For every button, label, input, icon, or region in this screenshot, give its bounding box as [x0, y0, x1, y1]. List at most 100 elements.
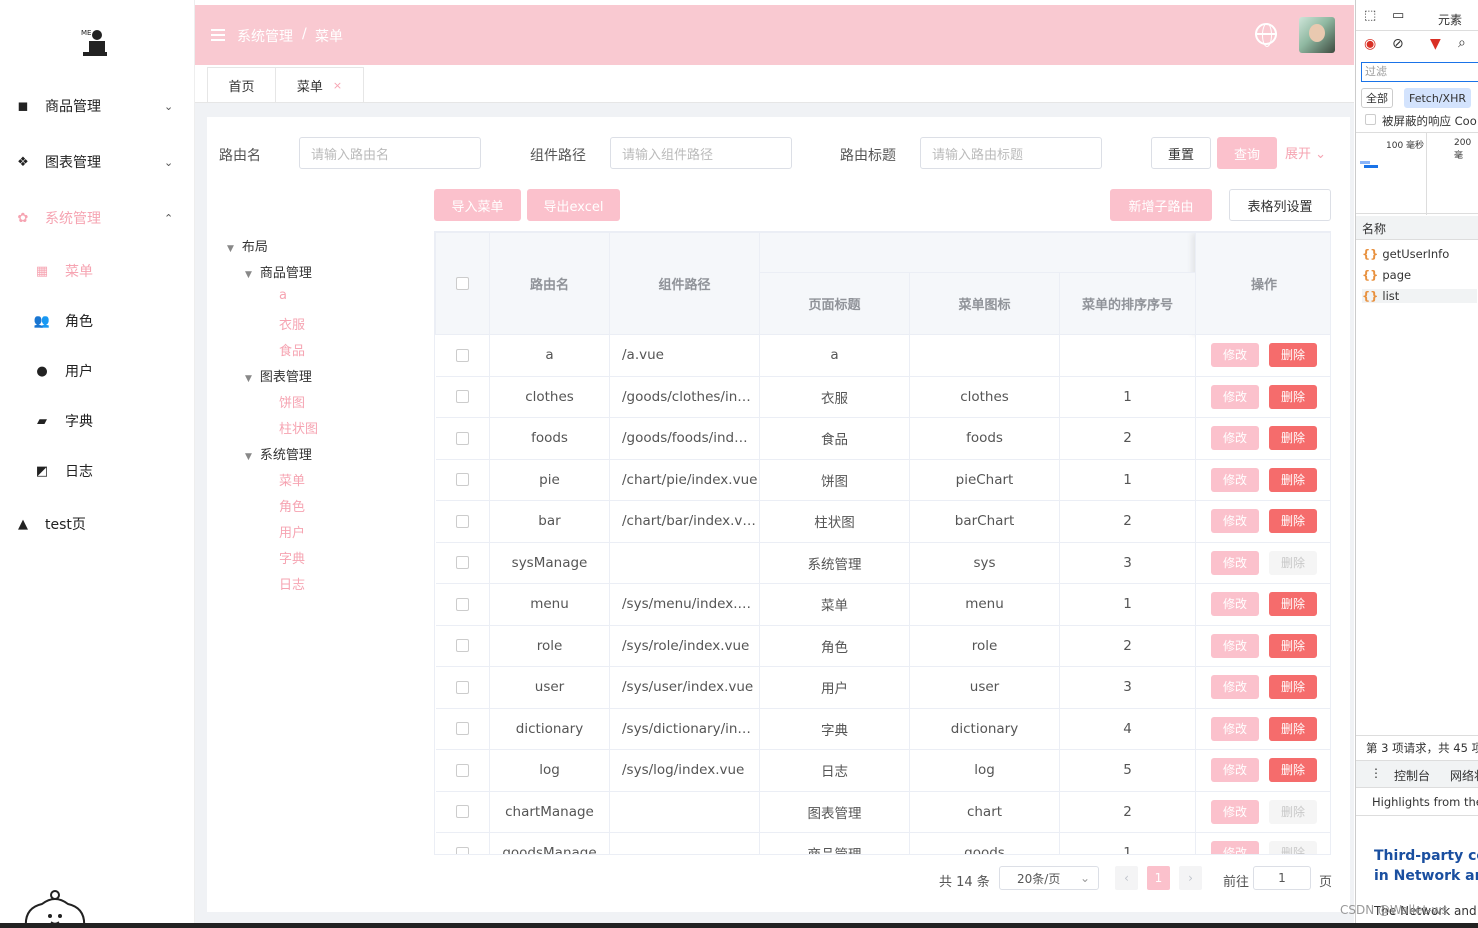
sidebar-item-dictionary[interactable]: ▰ 字典	[0, 401, 195, 441]
edit-button[interactable]: 修改	[1211, 675, 1260, 700]
record-icon[interactable]: ◉	[1364, 36, 1376, 52]
request-item[interactable]: {} page	[1362, 268, 1411, 282]
request-item[interactable]: {} list	[1362, 289, 1477, 303]
tab-home[interactable]: 首页	[207, 67, 276, 103]
row-checkbox[interactable]	[455, 514, 469, 528]
filter-icon[interactable]: ▼	[1430, 36, 1441, 52]
delete-button[interactable]: 删除	[1269, 758, 1318, 783]
inspect-icon[interactable]: ⬚	[1364, 8, 1376, 23]
blocked-checkbox[interactable]	[1365, 114, 1376, 125]
edit-button[interactable]: 修改	[1211, 758, 1260, 783]
row-checkbox[interactable]	[455, 680, 469, 694]
delete-button[interactable]: 删除	[1269, 675, 1318, 700]
tree-leaf[interactable]: 日志	[279, 574, 305, 593]
tree-leaf[interactable]: a	[279, 288, 287, 303]
breadcrumb-system[interactable]: 系统管理	[237, 26, 293, 46]
add-child-route-button[interactable]: 新增子路由	[1110, 189, 1212, 221]
row-checkbox[interactable]	[455, 722, 469, 736]
elements-tab[interactable]: 元素	[1438, 11, 1478, 28]
tree-leaf[interactable]: 饼图	[279, 392, 305, 411]
sidebar-item-log[interactable]: ◩ 日志	[0, 451, 195, 491]
kebab-menu-icon[interactable]: ⋮	[1370, 766, 1378, 780]
row-checkbox[interactable]	[455, 431, 469, 445]
sidebar-item-menu[interactable]: ▦ 菜单	[0, 251, 195, 291]
edit-button[interactable]: 修改	[1211, 426, 1260, 451]
avatar[interactable]	[1299, 17, 1335, 53]
delete-button[interactable]: 删除	[1269, 343, 1318, 368]
sidebar-item-user[interactable]: ● 用户	[0, 351, 195, 391]
prev-page-button[interactable]: ‹	[1115, 866, 1138, 890]
export-excel-button[interactable]: 导出excel	[527, 189, 620, 221]
edit-button[interactable]: 修改	[1211, 550, 1260, 575]
delete-button[interactable]: 删除	[1269, 592, 1318, 617]
query-button[interactable]: 查询	[1217, 137, 1277, 169]
sidebar-item-role[interactable]: 👥 角色	[0, 301, 195, 341]
edit-button[interactable]: 修改	[1211, 799, 1260, 824]
console-tab[interactable]: 控制台	[1394, 767, 1434, 784]
tree-node-charts[interactable]: ▼ 图表管理	[245, 366, 312, 385]
row-checkbox[interactable]	[455, 763, 469, 777]
component-path-input[interactable]: 请输入组件路径	[610, 137, 792, 169]
edit-button[interactable]: 修改	[1211, 592, 1260, 617]
tree-leaf[interactable]: 菜单	[279, 470, 305, 489]
tree-leaf[interactable]: 柱状图	[279, 418, 318, 437]
delete-button[interactable]: 删除	[1269, 384, 1318, 409]
reset-button[interactable]: 重置	[1151, 137, 1211, 169]
tree-leaf[interactable]: 角色	[279, 496, 305, 515]
third-party-heading[interactable]: Third-party co	[1374, 848, 1478, 864]
edit-button[interactable]: 修改	[1211, 467, 1260, 492]
expand-toggle[interactable]: 展开 ⌄	[1285, 143, 1326, 162]
edit-button[interactable]: 修改	[1211, 633, 1260, 658]
delete-button[interactable]: 删除	[1269, 633, 1318, 658]
select-all-checkbox[interactable]	[456, 277, 469, 290]
delete-button[interactable]: 删除	[1269, 467, 1318, 492]
filter-chip-all[interactable]: 全部	[1361, 88, 1393, 108]
delete-button[interactable]: 删除	[1269, 426, 1318, 451]
tree-leaf[interactable]: 字典	[279, 548, 305, 567]
request-item[interactable]: {} getUserInfo	[1362, 247, 1449, 261]
tree-leaf[interactable]: 食品	[279, 340, 305, 359]
tree-node-root[interactable]: ▼ 布局	[227, 236, 268, 255]
tree-leaf[interactable]: 用户	[279, 522, 305, 541]
page-size-select[interactable]: 20条/页 ⌄	[999, 866, 1099, 890]
tree-leaf[interactable]: 衣服	[279, 314, 305, 333]
row-checkbox[interactable]	[455, 805, 469, 819]
row-checkbox[interactable]	[455, 846, 469, 854]
network-tab[interactable]: 网络状	[1450, 767, 1478, 784]
delete-button[interactable]: 删除	[1269, 716, 1318, 741]
search-icon[interactable]: ⌕	[1458, 35, 1466, 51]
row-checkbox[interactable]	[455, 639, 469, 653]
row-checkbox[interactable]	[455, 390, 469, 404]
device-icon[interactable]: ▭	[1392, 8, 1404, 23]
next-page-button[interactable]: ›	[1179, 866, 1202, 890]
row-checkbox[interactable]	[455, 348, 469, 362]
edit-button[interactable]: 修改	[1211, 384, 1260, 409]
tab-menu[interactable]: 菜单 ×	[275, 67, 364, 103]
sidebar-item-system[interactable]: ✿ 系统管理 ⌃	[0, 198, 195, 238]
route-title-input[interactable]: 请输入路由标题	[920, 137, 1102, 169]
clear-icon[interactable]: ⊘	[1392, 36, 1404, 52]
sidebar-item-charts[interactable]: ❖ 图表管理 ⌄	[0, 142, 195, 182]
edit-button[interactable]: 修改	[1211, 343, 1260, 368]
sidebar-item-goods[interactable]: ◼ 商品管理 ⌄	[0, 86, 195, 126]
hamburger-icon[interactable]	[211, 29, 225, 41]
sidebar-item-test[interactable]: ▲ test页	[0, 504, 195, 544]
row-checkbox[interactable]	[455, 473, 469, 487]
filter-chip-fetch[interactable]: Fetch/XHR	[1404, 88, 1471, 108]
tree-node-goods[interactable]: ▼ 商品管理	[245, 262, 312, 281]
page-button-1[interactable]: 1	[1147, 866, 1170, 890]
import-menu-button[interactable]: 导入菜单	[434, 189, 521, 221]
third-party-heading-2[interactable]: in Network an	[1374, 868, 1478, 884]
goto-page-input[interactable]: 1	[1253, 866, 1311, 890]
delete-button[interactable]: 删除	[1269, 509, 1318, 534]
route-name-input[interactable]: 请输入路由名	[299, 137, 481, 169]
column-settings-button[interactable]: 表格列设置	[1229, 189, 1331, 221]
globe-icon[interactable]	[1255, 23, 1277, 47]
edit-button[interactable]: 修改	[1211, 716, 1260, 741]
tree-node-system[interactable]: ▼ 系统管理	[245, 444, 312, 463]
filter-input[interactable]: 过滤	[1361, 62, 1478, 82]
close-icon[interactable]: ×	[333, 79, 342, 92]
edit-button[interactable]: 修改	[1211, 509, 1260, 534]
row-checkbox[interactable]	[455, 556, 469, 570]
row-checkbox[interactable]	[455, 597, 469, 611]
